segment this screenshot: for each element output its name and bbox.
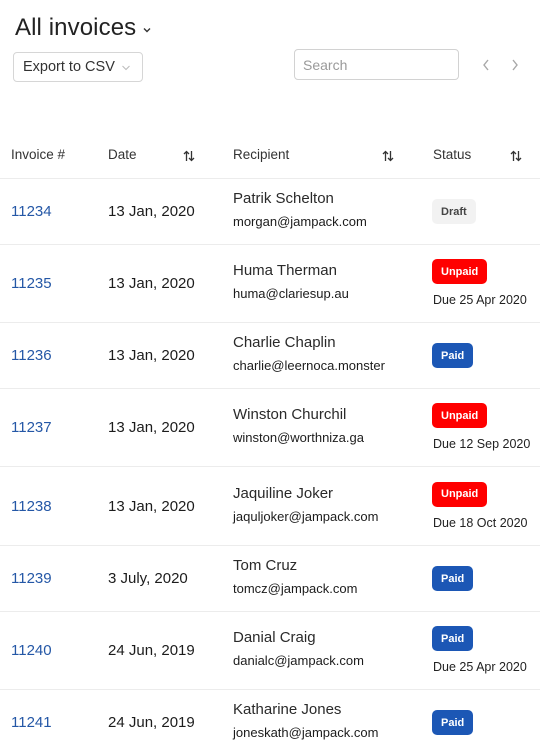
status-badge: Draft	[432, 199, 476, 224]
page-title: All invoices	[15, 14, 137, 41]
recipient-name: Jaquiline Joker	[233, 484, 334, 502]
sort-icon[interactable]	[382, 150, 394, 162]
status-badge: Paid	[432, 566, 474, 591]
table-row[interactable]: 11236 13 Jan, 2020 Charlie Chaplin charlie@…	[0, 323, 540, 389]
status-badge: Unpaid	[432, 259, 488, 284]
chevron-down-icon	[122, 65, 130, 71]
status-badge: Paid	[432, 710, 474, 735]
export-csv-button[interactable]: Export to CSV	[13, 52, 143, 82]
invoice-number-link[interactable]: 11235	[11, 275, 52, 292]
next-page-button[interactable]	[507, 56, 523, 74]
invoice-date: 13 Jan, 2020	[108, 275, 195, 292]
table-row[interactable]: 11234 13 Jan, 2020 Patrik Schelton morgan@j…	[0, 179, 540, 245]
recipient-name: Charlie Chaplin	[233, 334, 336, 351]
invoices-table: Invoice # Date Recipient Status 11234 13 …	[0, 133, 540, 750]
table-row[interactable]: 11237 13 Jan, 2020 Winston Churchil winston…	[0, 389, 540, 467]
status-badge: Paid	[432, 343, 474, 368]
recipient-email: huma@clariesup.au	[233, 286, 349, 301]
sort-icon[interactable]	[183, 150, 195, 162]
recipient-name: Winston Churchil	[233, 406, 347, 423]
column-header-invoice: Invoice #	[11, 147, 66, 162]
chevron-right-icon	[512, 59, 518, 71]
invoice-date: 24 Jun, 2019	[108, 642, 195, 659]
status-badge: Unpaid	[432, 403, 488, 428]
table-header: Invoice # Date Recipient Status	[0, 133, 540, 179]
invoice-number-link[interactable]: 11234	[11, 203, 52, 220]
recipient-name: Danial Craig	[233, 629, 316, 646]
invoice-number-link[interactable]: 11236	[11, 347, 52, 364]
invoice-date: 24 Jun, 2019	[108, 714, 195, 731]
recipient-email: morgan@jampack.com	[233, 214, 367, 229]
table-body: 11234 13 Jan, 2020 Patrik Schelton morgan@j…	[0, 179, 540, 750]
table-row[interactable]: 11235 13 Jan, 2020 Huma Therman huma@clarie…	[0, 245, 540, 323]
table-row[interactable]: 11238 13 Jan, 2020 Jaquiline Joker jaquljok…	[0, 467, 540, 546]
invoice-number-link[interactable]: 11237	[11, 419, 52, 436]
invoice-date: 13 Jan, 2020	[108, 419, 195, 436]
invoice-date: 13 Jan, 2020	[108, 497, 195, 515]
invoice-number-link[interactable]: 11241	[11, 714, 52, 731]
invoice-number-link[interactable]: 11240	[11, 642, 52, 659]
search-input[interactable]	[294, 49, 459, 80]
column-header-recipient[interactable]: Recipient	[233, 147, 289, 162]
chevron-down-icon	[143, 28, 151, 33]
recipient-name: Katharine Jones	[233, 701, 342, 718]
recipient-email: jaquljoker@jampack.com	[233, 508, 379, 524]
table-row[interactable]: 11240 24 Jun, 2019 Danial Craig danialc@jam…	[0, 612, 540, 690]
previous-page-button[interactable]	[478, 56, 494, 74]
column-header-date[interactable]: Date	[108, 147, 137, 162]
export-csv-label: Export to CSV	[23, 59, 115, 75]
table-row[interactable]: 11241 24 Jun, 2019 Katharine Jones joneskat…	[0, 690, 540, 750]
recipient-email: tomcz@jampack.com	[233, 581, 358, 596]
recipient-name: Patrik Schelton	[233, 190, 334, 207]
recipient-email: joneskath@jampack.com	[233, 725, 379, 740]
column-header-status[interactable]: Status	[433, 147, 471, 162]
recipient-name: Tom Cruz	[233, 557, 298, 574]
status-badge: Paid	[432, 626, 474, 651]
due-date: Due 25 Apr 2020	[433, 660, 527, 674]
recipient-name: Huma Therman	[233, 262, 337, 279]
recipient-email: charlie@leernoca.monster	[233, 358, 385, 373]
recipient-email: winston@worthniza.ga	[233, 430, 364, 445]
due-date: Due 12 Sep 2020	[433, 437, 531, 451]
chevron-left-icon	[483, 59, 489, 71]
invoice-number-link[interactable]: 11239	[11, 570, 52, 587]
recipient-email: danialc@jampack.com	[233, 653, 364, 668]
status-badge: Unpaid	[432, 481, 488, 507]
due-date: Due 18 Oct 2020	[433, 515, 528, 530]
title-dropdown[interactable]: All invoices	[15, 14, 152, 42]
due-date: Due 25 Apr 2020	[433, 293, 527, 307]
sort-icon[interactable]	[510, 150, 522, 162]
invoice-date: 13 Jan, 2020	[108, 347, 195, 364]
invoice-date: 13 Jan, 2020	[108, 203, 195, 220]
table-row[interactable]: 11239 3 July, 2020 Tom Cruz tomcz@jampack.c…	[0, 546, 540, 612]
invoice-date: 3 July, 2020	[108, 570, 188, 587]
invoice-number-link[interactable]: 11238	[11, 498, 52, 515]
